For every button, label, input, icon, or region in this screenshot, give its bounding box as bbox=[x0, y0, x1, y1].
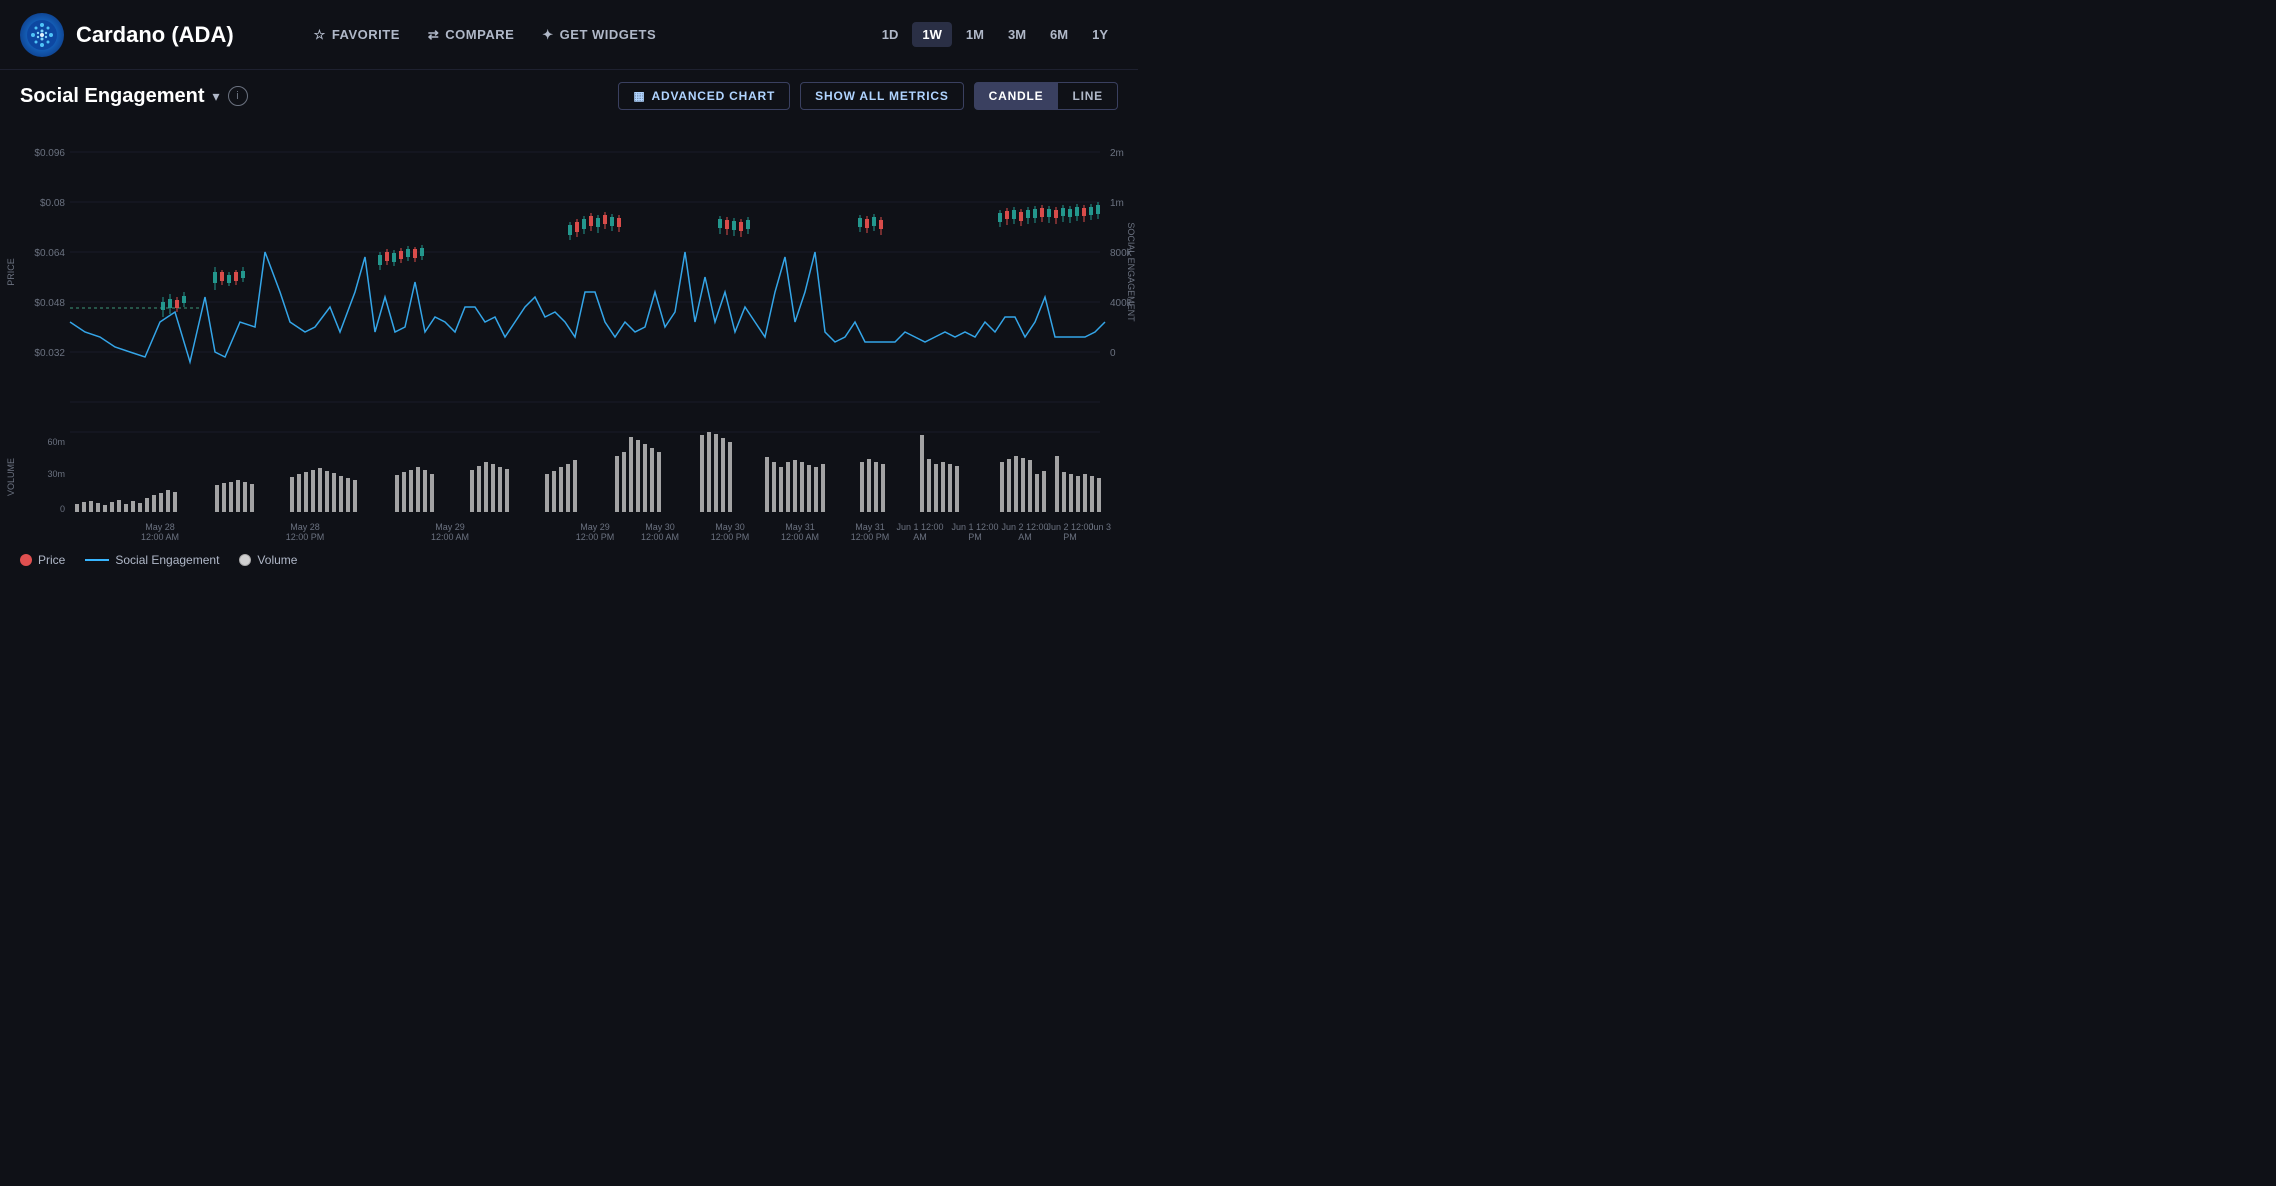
chart-svg: $0.096 $0.08 $0.064 $0.048 $0.032 PRICE … bbox=[0, 122, 1138, 542]
volume-legend-dot bbox=[239, 554, 251, 566]
svg-text:12:00 PM: 12:00 PM bbox=[851, 532, 890, 542]
svg-text:AM: AM bbox=[1018, 532, 1032, 542]
tf-1d[interactable]: 1D bbox=[872, 22, 909, 47]
info-icon[interactable]: i bbox=[228, 86, 248, 106]
svg-text:Jun 1 12:00: Jun 1 12:00 bbox=[951, 522, 998, 532]
chart-controls: ▦ ADVANCED CHART SHOW ALL METRICS CANDLE… bbox=[618, 82, 1118, 110]
svg-text:30m: 30m bbox=[47, 469, 65, 479]
svg-text:AM: AM bbox=[913, 532, 927, 542]
price-legend-label: Price bbox=[38, 553, 65, 567]
svg-text:May 31: May 31 bbox=[855, 522, 885, 532]
candle-view-button[interactable]: CANDLE bbox=[974, 82, 1059, 110]
chart-title-area: Social Engagement ▾ i bbox=[20, 85, 248, 108]
tf-1m[interactable]: 1M bbox=[956, 22, 994, 47]
coin-logo bbox=[20, 13, 64, 57]
chart-bar-icon: ▦ bbox=[633, 89, 645, 103]
svg-text:12:00 PM: 12:00 PM bbox=[286, 532, 325, 542]
svg-text:PM: PM bbox=[968, 532, 982, 542]
view-toggle: CANDLE LINE bbox=[974, 82, 1118, 110]
svg-text:May 30: May 30 bbox=[715, 522, 745, 532]
logo-area: Cardano (ADA) bbox=[20, 13, 234, 57]
price-legend-dot bbox=[20, 554, 32, 566]
widgets-button[interactable]: ✦ GET WIDGETS bbox=[542, 23, 656, 47]
coin-title: Cardano (ADA) bbox=[76, 22, 234, 48]
svg-text:Jun 1 12:00: Jun 1 12:00 bbox=[896, 522, 943, 532]
chart-title: Social Engagement bbox=[20, 85, 205, 108]
compare-button[interactable]: ⇄ COMPARE bbox=[428, 23, 514, 47]
legend-price: Price bbox=[20, 553, 65, 567]
svg-text:May 29: May 29 bbox=[435, 522, 465, 532]
tf-1w[interactable]: 1W bbox=[912, 22, 952, 47]
tf-1y[interactable]: 1Y bbox=[1082, 22, 1118, 47]
svg-text:$0.048: $0.048 bbox=[34, 298, 65, 309]
svg-text:May 28: May 28 bbox=[145, 522, 175, 532]
svg-text:PM: PM bbox=[1063, 532, 1077, 542]
chart-legend: Price Social Engagement Volume bbox=[0, 542, 1138, 577]
svg-text:0: 0 bbox=[60, 504, 65, 514]
svg-text:12:00 PM: 12:00 PM bbox=[711, 532, 750, 542]
svg-text:$0.032: $0.032 bbox=[34, 348, 65, 359]
chart-dropdown-arrow[interactable]: ▾ bbox=[213, 88, 220, 105]
svg-text:60m: 60m bbox=[47, 437, 65, 447]
header-actions: ☆ FAVORITE ⇄ COMPARE ✦ GET WIDGETS bbox=[314, 23, 872, 47]
legend-volume: Volume bbox=[239, 553, 297, 567]
svg-text:12:00 AM: 12:00 AM bbox=[641, 532, 679, 542]
favorite-button[interactable]: ☆ FAVORITE bbox=[314, 23, 400, 47]
svg-text:2m: 2m bbox=[1110, 148, 1124, 159]
svg-text:12:00 AM: 12:00 AM bbox=[781, 532, 819, 542]
star-icon: ☆ bbox=[314, 27, 326, 43]
svg-text:SOCIAL ENGAGEMENT: SOCIAL ENGAGEMENT bbox=[1126, 222, 1136, 322]
svg-text:VOLUME: VOLUME bbox=[6, 458, 16, 496]
svg-text:Jun 3: Jun 3 bbox=[1089, 522, 1111, 532]
svg-text:May 31: May 31 bbox=[785, 522, 815, 532]
chart-header: Social Engagement ▾ i ▦ ADVANCED CHART S… bbox=[0, 70, 1138, 122]
svg-text:0: 0 bbox=[1110, 348, 1116, 359]
svg-text:PRICE: PRICE bbox=[6, 258, 16, 286]
svg-text:May 29: May 29 bbox=[580, 522, 610, 532]
volume-legend-label: Volume bbox=[257, 553, 297, 567]
timeframe-area: 1D 1W 1M 3M 6M 1Y bbox=[872, 22, 1118, 47]
svg-text:May 30: May 30 bbox=[645, 522, 675, 532]
compare-icon: ⇄ bbox=[428, 27, 439, 43]
tf-6m[interactable]: 6M bbox=[1040, 22, 1078, 47]
social-legend-label: Social Engagement bbox=[115, 553, 219, 567]
svg-text:$0.08: $0.08 bbox=[40, 198, 65, 209]
svg-text:12:00 AM: 12:00 AM bbox=[141, 532, 179, 542]
widget-icon: ✦ bbox=[542, 27, 553, 43]
svg-text:12:00 PM: 12:00 PM bbox=[576, 532, 615, 542]
chart-container: $0.096 $0.08 $0.064 $0.048 $0.032 PRICE … bbox=[0, 122, 1138, 542]
svg-text:12:00 AM: 12:00 AM bbox=[431, 532, 469, 542]
svg-text:Jun 2 12:00: Jun 2 12:00 bbox=[1001, 522, 1048, 532]
line-view-button[interactable]: LINE bbox=[1058, 82, 1118, 110]
svg-text:$0.064: $0.064 bbox=[34, 248, 65, 259]
show-all-metrics-button[interactable]: SHOW ALL METRICS bbox=[800, 82, 963, 110]
header: Cardano (ADA) ☆ FAVORITE ⇄ COMPARE ✦ GET… bbox=[0, 0, 1138, 70]
svg-text:May 28: May 28 bbox=[290, 522, 320, 532]
chart-section: Social Engagement ▾ i ▦ ADVANCED CHART S… bbox=[0, 70, 1138, 577]
advanced-chart-button[interactable]: ▦ ADVANCED CHART bbox=[618, 82, 790, 110]
svg-text:1m: 1m bbox=[1110, 198, 1124, 209]
svg-text:Jun 2 12:00: Jun 2 12:00 bbox=[1046, 522, 1093, 532]
social-legend-line bbox=[85, 559, 109, 561]
svg-text:$0.096: $0.096 bbox=[34, 148, 65, 159]
legend-social: Social Engagement bbox=[85, 553, 219, 567]
tf-3m[interactable]: 3M bbox=[998, 22, 1036, 47]
